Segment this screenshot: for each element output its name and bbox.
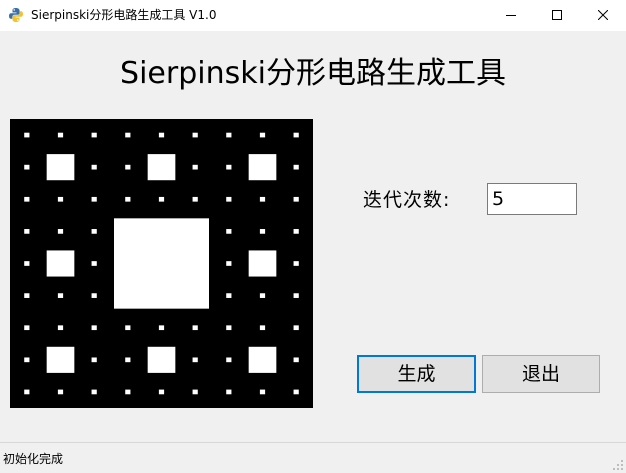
carpet-hole <box>226 293 232 298</box>
carpet-hole <box>248 346 277 373</box>
carpet-hole <box>91 261 97 266</box>
carpet-hole <box>226 132 232 138</box>
carpet-hole <box>125 132 131 138</box>
carpet-hole <box>57 132 64 138</box>
carpet-hole <box>57 325 64 331</box>
carpet-hole <box>226 196 232 202</box>
minimize-icon <box>506 15 516 16</box>
carpet-hole <box>293 357 299 363</box>
carpet-hole <box>24 261 30 266</box>
fractal-preview <box>10 119 313 408</box>
carpet-hole <box>24 293 30 298</box>
carpet-hole <box>147 154 176 181</box>
carpet-hole <box>259 325 266 331</box>
carpet-hole <box>125 357 131 363</box>
carpet-hole <box>192 389 198 395</box>
carpet-hole <box>293 293 299 298</box>
carpet-hole <box>158 389 165 395</box>
carpet-hole <box>57 229 64 234</box>
carpet-hole <box>158 132 165 138</box>
carpet-hole <box>226 325 232 331</box>
carpet-hole <box>293 196 299 202</box>
close-icon <box>598 10 608 20</box>
carpet-hole <box>259 132 266 138</box>
carpet-hole <box>91 325 97 331</box>
carpet-hole <box>259 196 266 202</box>
iterations-label: 迭代次数: <box>363 189 451 211</box>
carpet-hole <box>24 229 30 234</box>
carpet-hole <box>293 325 299 331</box>
carpet-hole <box>57 293 64 298</box>
carpet-hole <box>91 132 97 138</box>
carpet-hole <box>226 261 232 266</box>
close-button[interactable] <box>580 0 626 31</box>
carpet-hole <box>46 154 75 181</box>
carpet-hole <box>226 357 232 363</box>
carpet-hole <box>192 132 198 138</box>
carpet-hole <box>91 164 97 170</box>
carpet-hole <box>91 357 97 363</box>
window-title: Sierpinski分形电路生成工具 V1.0 <box>31 8 217 22</box>
carpet-hole <box>24 164 30 170</box>
carpet-hole <box>125 325 131 331</box>
status-bar: 初始化完成 <box>0 442 626 473</box>
carpet-hole <box>24 196 30 202</box>
carpet-hole <box>192 196 198 202</box>
app-window: Sierpinski分形电路生成工具 V1.0 Sierpinski分形电路生成… <box>0 0 626 473</box>
carpet-hole <box>192 325 198 331</box>
carpet-hole <box>259 293 266 298</box>
carpet-hole <box>46 250 75 277</box>
carpet-hole <box>259 389 266 395</box>
maximize-icon <box>552 10 562 20</box>
carpet-hole <box>259 229 266 234</box>
carpet-hole <box>125 164 131 170</box>
carpet-hole <box>158 196 165 202</box>
carpet-hole <box>226 229 232 234</box>
exit-button[interactable]: 退出 <box>482 355 600 393</box>
carpet-hole <box>158 325 165 331</box>
carpet-hole <box>147 346 176 373</box>
carpet-hole <box>192 164 198 170</box>
carpet-hole <box>293 132 299 138</box>
carpet-hole <box>248 154 277 181</box>
carpet-hole <box>192 357 198 363</box>
carpet-hole <box>24 389 30 395</box>
carpet-hole <box>91 389 97 395</box>
carpet-hole <box>91 196 97 202</box>
carpet-hole <box>293 261 299 266</box>
carpet-hole <box>226 164 232 170</box>
title-bar[interactable]: Sierpinski分形电路生成工具 V1.0 <box>0 0 626 31</box>
carpet-hole <box>46 346 75 373</box>
carpet-hole <box>293 164 299 170</box>
carpet-hole <box>293 229 299 234</box>
carpet-hole <box>293 389 299 395</box>
carpet-hole <box>91 229 97 234</box>
carpet-hole <box>57 389 64 395</box>
carpet-hole <box>57 196 64 202</box>
resize-grip-icon[interactable] <box>612 459 624 471</box>
python-icon[interactable] <box>8 7 24 23</box>
carpet-hole <box>24 357 30 363</box>
sierpinski-carpet-canvas <box>24 132 299 395</box>
carpet-hole <box>125 196 131 202</box>
minimize-button[interactable] <box>488 0 534 31</box>
carpet-hole <box>24 132 30 138</box>
carpet-hole <box>248 250 277 277</box>
maximize-button[interactable] <box>534 0 580 31</box>
carpet-hole <box>114 218 209 309</box>
carpet-hole <box>24 325 30 331</box>
carpet-hole <box>91 293 97 298</box>
carpet-hole <box>226 389 232 395</box>
status-text: 初始化完成 <box>3 452 64 466</box>
carpet-hole <box>125 389 131 395</box>
generate-button[interactable]: 生成 <box>357 355 476 393</box>
iterations-input[interactable] <box>487 183 577 215</box>
page-title: Sierpinski分形电路生成工具 <box>120 56 506 91</box>
